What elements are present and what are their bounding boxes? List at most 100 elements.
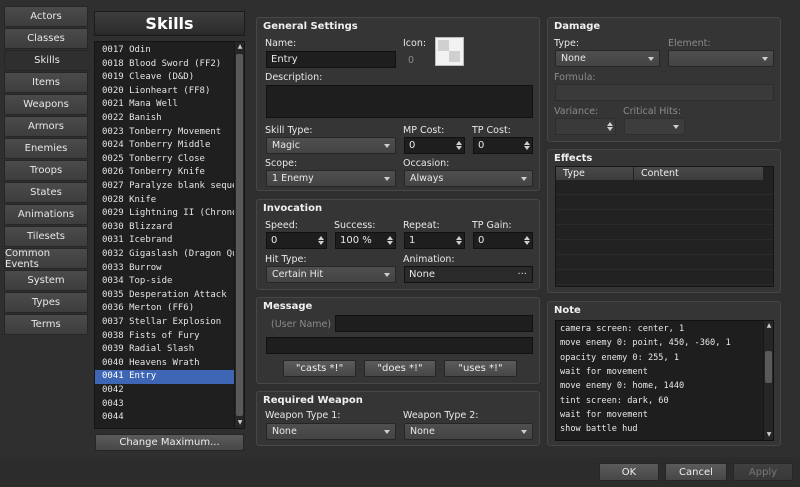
spin-down-icon[interactable] — [524, 146, 530, 150]
spin-down-icon[interactable] — [456, 146, 462, 150]
tab-weapons[interactable]: Weapons — [4, 94, 88, 115]
skill-list-item[interactable]: 0043 — [95, 398, 234, 412]
skill-type-select[interactable]: Magic — [266, 137, 396, 154]
spin-up-icon[interactable] — [607, 122, 613, 126]
skill-list-item[interactable]: 0041 Entry — [95, 370, 234, 384]
skill-list-item[interactable]: 0034 Top-side — [95, 275, 234, 289]
note-scrollbar-thumb[interactable] — [765, 351, 772, 383]
tab-system[interactable]: System — [4, 270, 88, 291]
spin-up-icon[interactable] — [524, 141, 530, 145]
scrollbar-thumb[interactable] — [236, 54, 243, 416]
tab-types[interactable]: Types — [4, 292, 88, 313]
description-field[interactable] — [266, 85, 533, 118]
skill-list-item[interactable]: 0027 Paralyze blank seque… — [95, 180, 234, 194]
scroll-down-arrow-icon[interactable]: ▼ — [764, 430, 773, 440]
critical-hits-select[interactable] — [624, 118, 685, 135]
effects-table-row[interactable] — [556, 271, 773, 285]
change-maximum-button[interactable]: Change Maximum... — [95, 434, 244, 451]
scroll-up-arrow-icon[interactable]: ▲ — [235, 42, 244, 52]
effects-table-row[interactable] — [556, 241, 773, 255]
tab-armors[interactable]: Armors — [4, 116, 88, 137]
message-line2-field[interactable] — [266, 337, 533, 354]
variance-stepper[interactable] — [555, 118, 616, 135]
skill-list-item[interactable]: 0020 Lionheart (FF8) — [95, 85, 234, 99]
repeat-stepper[interactable]: 1 — [404, 232, 465, 249]
skill-list-item[interactable]: 0044 — [95, 411, 234, 425]
skill-list-item[interactable]: 0021 Mana Well — [95, 98, 234, 112]
formula-field[interactable] — [555, 84, 774, 101]
ellipsis-icon[interactable]: ··· — [517, 267, 527, 282]
skill-list-item[interactable]: 0037 Stellar Explosion — [95, 316, 234, 330]
skill-list-item[interactable]: 0032 Gigaslash (Dragon Qu… — [95, 248, 234, 262]
tab-tilesets[interactable]: Tilesets — [4, 226, 88, 247]
spin-down-icon[interactable] — [524, 241, 530, 245]
skill-list-item[interactable]: 0022 Banish — [95, 112, 234, 126]
skill-list-item[interactable]: 0028 Knife — [95, 194, 234, 208]
skill-list-item[interactable]: 0030 Blizzard — [95, 221, 234, 235]
skill-list-item[interactable]: 0036 Merton (FF6) — [95, 302, 234, 316]
skill-list-item[interactable]: 0017 Odin — [95, 44, 234, 58]
occasion-select[interactable]: Always — [404, 170, 533, 187]
tab-terms[interactable]: Terms — [4, 314, 88, 335]
skill-list-item[interactable]: 0029 Lightning II (Chrono… — [95, 207, 234, 221]
effects-table-row[interactable] — [556, 196, 773, 210]
scroll-down-arrow-icon[interactable]: ▼ — [235, 418, 244, 428]
effects-content-header[interactable]: Content — [634, 167, 764, 181]
weapon-type1-select[interactable]: None — [266, 423, 396, 440]
effects-type-header[interactable]: Type — [556, 167, 634, 181]
tab-common-events[interactable]: Common Events — [4, 248, 88, 270]
casts-template-button[interactable]: "casts *!" — [283, 360, 356, 377]
note-textarea[interactable]: camera screen: center, 1 move enemy 0: po… — [555, 320, 774, 441]
speed-stepper[interactable]: 0 — [266, 232, 327, 249]
spin-down-icon[interactable] — [318, 241, 324, 245]
effects-table[interactable]: Type Content — [555, 166, 774, 287]
name-field[interactable]: Entry — [266, 51, 396, 68]
note-scrollbar[interactable]: ▲ ▼ — [763, 321, 773, 440]
tp-gain-stepper[interactable]: 0 — [473, 232, 533, 249]
spin-up-icon[interactable] — [456, 141, 462, 145]
skill-list-item[interactable]: 0026 Tonberry Knife — [95, 166, 234, 180]
success-stepper[interactable]: 100 % — [335, 232, 396, 249]
tab-actors[interactable]: Actors — [4, 6, 88, 27]
scope-select[interactable]: 1 Enemy — [266, 170, 396, 187]
skill-list-item[interactable]: 0035 Desperation Attack — [95, 289, 234, 303]
spin-up-icon[interactable] — [524, 236, 530, 240]
damage-type-select[interactable]: None — [555, 50, 660, 67]
spin-up-icon[interactable] — [456, 236, 462, 240]
cancel-button[interactable]: Cancel — [665, 463, 727, 481]
skill-list-item[interactable]: 0019 Cleave (D&D) — [95, 71, 234, 85]
spin-down-icon[interactable] — [387, 241, 393, 245]
tab-skills[interactable]: Skills — [4, 50, 90, 71]
effects-table-row[interactable] — [556, 256, 773, 270]
spin-up-icon[interactable] — [387, 236, 393, 240]
apply-button[interactable]: Apply — [733, 463, 793, 481]
does-template-button[interactable]: "does *!" — [364, 360, 436, 377]
ok-button[interactable]: OK — [599, 463, 659, 481]
skill-list-scrollbar[interactable]: ▲ ▼ — [234, 42, 244, 428]
skill-list-item[interactable]: 0025 Tonberry Close — [95, 153, 234, 167]
effects-table-row[interactable] — [556, 181, 773, 195]
uses-template-button[interactable]: "uses *!" — [444, 360, 517, 377]
hit-type-select[interactable]: Certain Hit — [266, 266, 396, 283]
effects-table-row[interactable] — [556, 226, 773, 240]
tab-troops[interactable]: Troops — [4, 160, 88, 181]
element-select[interactable] — [668, 50, 774, 67]
tab-classes[interactable]: Classes — [4, 28, 88, 49]
skill-list-item[interactable]: 0038 Fists of Fury — [95, 330, 234, 344]
tab-animations[interactable]: Animations — [4, 204, 88, 225]
skill-list[interactable]: 0017 Odin 0018 Blood Sword (FF2) 0019 Clea… — [94, 41, 245, 429]
spin-down-icon[interactable] — [607, 127, 613, 131]
animation-field[interactable]: None ··· — [404, 266, 533, 283]
skill-list-item[interactable]: 0039 Radial Slash — [95, 343, 234, 357]
spin-up-icon[interactable] — [318, 236, 324, 240]
skill-list-item[interactable]: 0018 Blood Sword (FF2) — [95, 58, 234, 72]
mp-cost-stepper[interactable]: 0 — [404, 137, 465, 154]
tab-states[interactable]: States — [4, 182, 88, 203]
tab-items[interactable]: Items — [4, 72, 88, 93]
skill-list-item[interactable]: 0023 Tonberry Movement — [95, 126, 234, 140]
skill-list-item[interactable]: 0033 Burrow — [95, 262, 234, 276]
skill-list-item[interactable]: 0042 — [95, 384, 234, 398]
skill-list-item[interactable]: 0024 Tonberry Middle — [95, 139, 234, 153]
spin-down-icon[interactable] — [456, 241, 462, 245]
skill-list-item[interactable]: 0031 Icebrand — [95, 234, 234, 248]
